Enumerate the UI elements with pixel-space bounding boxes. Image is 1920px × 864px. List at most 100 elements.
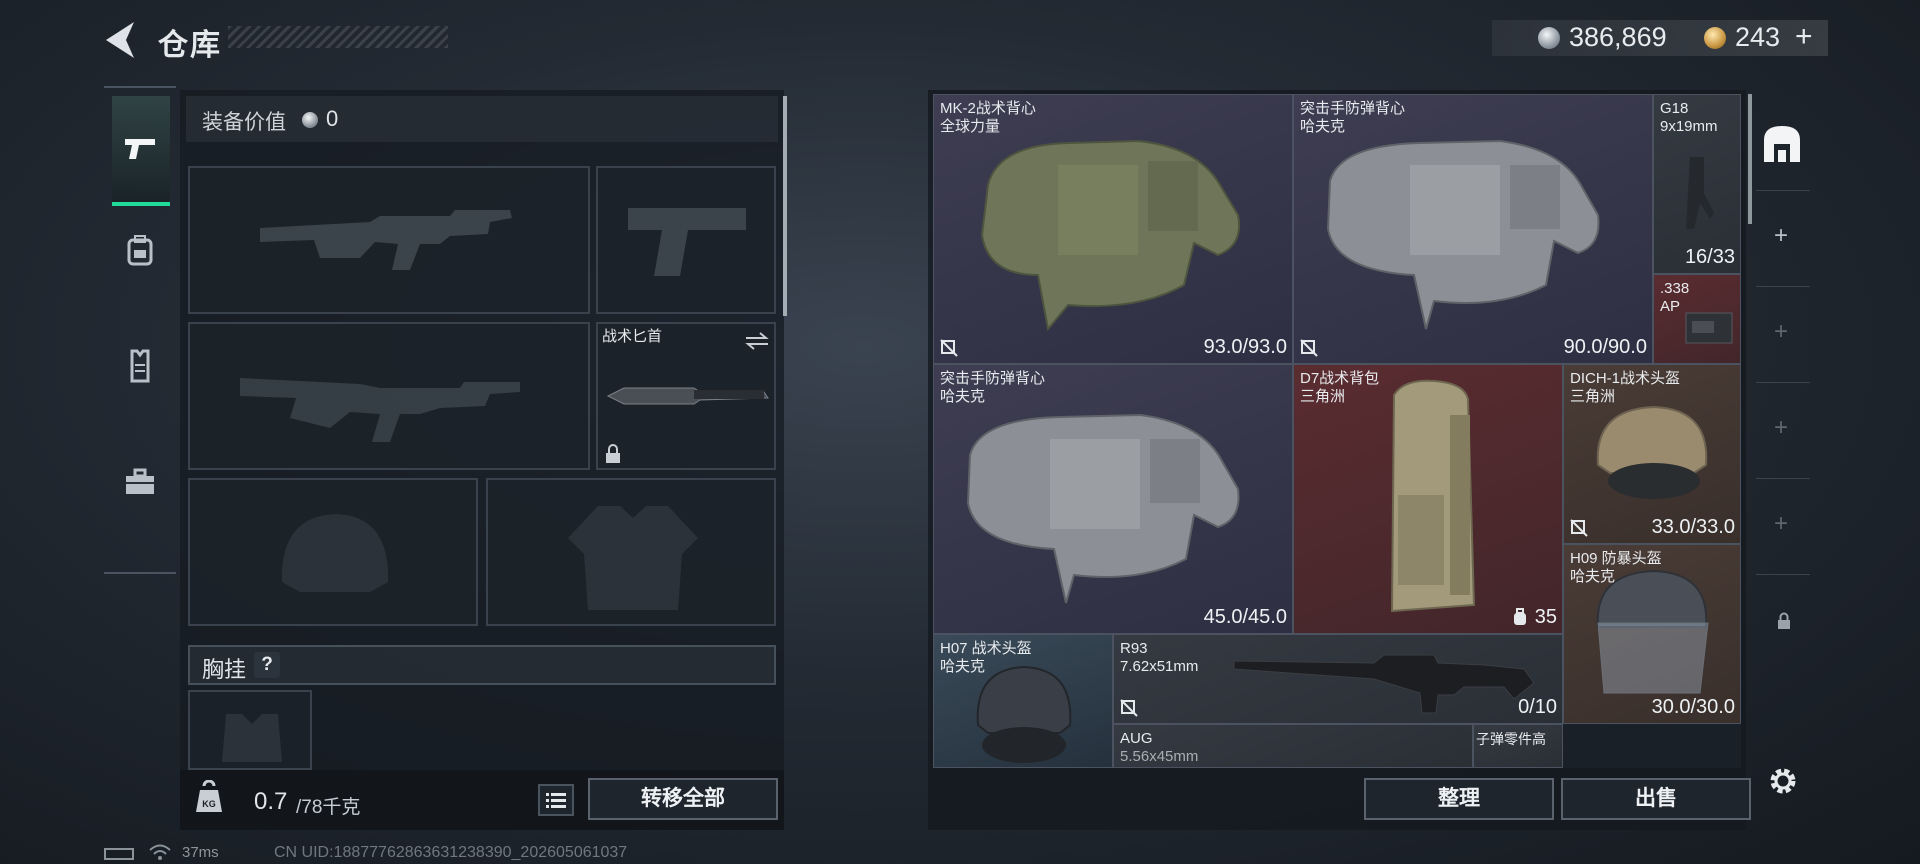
vest-image	[966, 413, 1240, 604]
vest-image	[980, 139, 1240, 332]
stash-item-g18[interactable]: G18 9x19mm 16/33	[1653, 94, 1741, 274]
rail-divider	[1756, 190, 1810, 191]
tab-backpack[interactable]	[104, 198, 176, 302]
item-type: AP	[1660, 298, 1681, 315]
item-brand: 哈夫克	[940, 658, 986, 675]
stash-item-aug[interactable]: AUG 5.56x45mm	[1113, 724, 1473, 768]
add-stash-page-plus-icon[interactable]: +	[1774, 510, 1788, 538]
vest-image	[1326, 139, 1600, 330]
pistol-silhouette-icon	[628, 208, 746, 276]
pistol-slot[interactable]	[596, 166, 776, 314]
stash-item-assault-vest[interactable]: 突击手防弹背心 哈夫克 45.0/45.0	[933, 364, 1293, 634]
chest-rig-slot[interactable]	[188, 690, 312, 770]
no-insure-icon	[1300, 339, 1318, 357]
item-durability: 45.0/45.0	[1203, 606, 1287, 628]
item-brand: 全球力量	[940, 118, 1001, 135]
add-stash-page-plus-icon[interactable]: +	[1774, 318, 1788, 346]
item-name: MK-2战术背心	[940, 100, 1036, 117]
weight-kg-icon: KG	[196, 780, 222, 812]
rifle-silhouette-icon	[240, 378, 520, 442]
item-durability: 93.0/93.0	[1203, 336, 1287, 358]
stash-scrollbar[interactable]	[1748, 94, 1752, 224]
ammo-box-image	[1685, 312, 1733, 344]
item-name: G18	[1660, 100, 1689, 117]
item-name: 突击手防弹背心	[1300, 100, 1406, 117]
weight-current: 0.7	[254, 788, 288, 815]
wifi-icon	[149, 844, 171, 860]
item-name: H07 战术头盔	[940, 640, 1032, 657]
item-name: H09 防暴头盔	[1570, 550, 1662, 567]
item-name: .338	[1660, 280, 1690, 297]
back-button[interactable]	[100, 18, 140, 62]
item-name: AUG	[1120, 730, 1153, 747]
stash-item-h07-helmet[interactable]: H07 战术头盔 哈夫克	[933, 634, 1113, 768]
helmet-image	[1596, 405, 1708, 499]
list-view-button[interactable]	[538, 784, 574, 816]
user-uid: CN UID:18877762863631238390_202605061037	[274, 844, 628, 861]
rail-divider	[1756, 382, 1810, 383]
sell-button[interactable]: 出售	[1561, 778, 1751, 820]
item-durability: 30.0/30.0	[1651, 696, 1735, 718]
title-decoration	[228, 26, 448, 48]
rifle-silhouette-icon	[260, 210, 512, 270]
tab-weapons[interactable]	[112, 96, 170, 206]
item-brand: 哈夫克	[1570, 568, 1616, 585]
chest-rig-silhouette-icon	[222, 714, 282, 762]
ping-readout: 37ms	[182, 844, 219, 861]
add-stash-page-plus-icon[interactable]: +	[1774, 414, 1788, 442]
swap-icon[interactable]	[744, 330, 770, 352]
stash-home-icon[interactable]	[1760, 122, 1804, 166]
sniper-rifle-image	[1233, 654, 1535, 714]
weight-max: /78千克	[296, 797, 361, 818]
svg-text:KG: KG	[202, 799, 216, 809]
transfer-all-button[interactable]: 转移全部	[588, 778, 778, 820]
add-gold-button[interactable]: +	[1795, 20, 1813, 54]
vest-icon	[130, 349, 150, 383]
stash-item-dich1-helmet[interactable]: DICH-1战术头盔 三角洲 33.0/33.0	[1563, 364, 1741, 544]
item-durability: 33.0/33.0	[1651, 516, 1735, 538]
stash-item-r93[interactable]: R93 7.62x51mm 0/10	[1113, 634, 1563, 724]
item-name: DICH-1战术头盔	[1570, 370, 1681, 387]
stash-item-h09-helmet[interactable]: H09 防暴头盔 哈夫克 30.0/30.0	[1563, 544, 1741, 724]
helmet-slot[interactable]	[188, 478, 478, 626]
stash-item-d7-backpack[interactable]: D7战术背包 三角洲 35	[1293, 364, 1563, 634]
equip-value-label: 装备价值	[202, 111, 286, 134]
item-name: D7战术背包	[1300, 370, 1380, 387]
add-stash-page-plus-icon[interactable]: +	[1774, 222, 1788, 250]
item-ammo-count: 0/10	[1518, 696, 1557, 718]
rail-divider	[1756, 574, 1810, 575]
no-insure-icon	[1120, 699, 1138, 717]
knife-slot[interactable]: 战术匕首	[596, 322, 776, 470]
loadout-scrollbar[interactable]	[783, 96, 787, 316]
armor-slot[interactable]	[486, 478, 776, 626]
backpack-image	[1390, 379, 1476, 613]
item-caliber: 9x19mm	[1660, 118, 1718, 135]
rail-divider	[1756, 286, 1810, 287]
silver-amount: 386,869	[1569, 22, 1667, 52]
stash-item-assault-vest[interactable]: 突击手防弹背心 哈夫克 90.0/90.0	[1293, 94, 1653, 364]
gear-icon[interactable]	[1766, 764, 1800, 798]
backpack-capacity-icon	[1514, 608, 1526, 625]
lock-icon	[1778, 612, 1790, 629]
knife-label: 战术匕首	[602, 328, 663, 345]
tab-armor[interactable]	[104, 314, 176, 418]
gold-amount: 243	[1735, 22, 1781, 52]
stash-item-338-ap[interactable]: .338 AP	[1653, 274, 1741, 364]
pistol-icon	[125, 139, 155, 159]
chest-rig-help-button[interactable]: ?	[254, 652, 280, 678]
helmet-silhouette-icon	[281, 514, 389, 592]
chest-rig-label: 胸挂	[202, 657, 247, 682]
loadout-tab-column	[104, 86, 176, 574]
item-brand: 三角洲	[1300, 388, 1346, 405]
stash-item-mk2-vest[interactable]: MK-2战术背心 全球力量 93.0/93.0	[933, 94, 1293, 364]
tab-tools[interactable]	[104, 430, 176, 534]
silver-coin-icon	[302, 112, 318, 128]
stash-item-bullet-parts[interactable]: 子弹零件高	[1473, 724, 1563, 768]
back-arrow-icon	[106, 22, 134, 58]
toolbox-icon	[126, 468, 154, 494]
secondary-weapon-slot[interactable]	[188, 322, 590, 470]
sort-button[interactable]: 整理	[1364, 778, 1554, 820]
primary-weapon-slot[interactable]	[188, 166, 590, 314]
no-insure-icon	[1570, 519, 1588, 537]
rail-divider	[1756, 478, 1810, 479]
